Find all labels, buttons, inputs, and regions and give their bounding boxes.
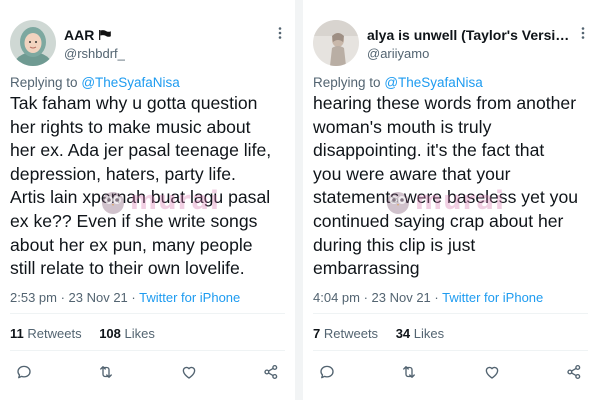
share-icon xyxy=(264,364,278,380)
retweet-button[interactable] xyxy=(399,362,419,382)
display-name[interactable]: AAR xyxy=(64,27,94,43)
reply-button[interactable] xyxy=(14,362,34,382)
replying-to: Replying to @TheSyafaNisa xyxy=(10,75,180,90)
avatar[interactable] xyxy=(313,20,359,66)
tweet-timestamp[interactable]: 4:04 pm · 23 Nov 21 · xyxy=(313,290,442,305)
like-button[interactable] xyxy=(179,362,199,382)
retweets-count: 7 xyxy=(313,326,321,341)
replying-prefix: Replying to xyxy=(313,75,381,90)
retweets-label: Retweets xyxy=(27,326,82,341)
tweet-meta: 4:04 pm · 23 Nov 21 · Twitter for iPhone xyxy=(313,290,543,305)
retweet-button[interactable] xyxy=(96,362,116,382)
share-icon xyxy=(567,364,581,380)
action-bar xyxy=(14,362,281,384)
more-icon[interactable] xyxy=(576,26,590,40)
share-button[interactable] xyxy=(564,362,584,382)
tweet-meta: 2:53 pm · 23 Nov 21 · Twitter for iPhone xyxy=(10,290,240,305)
tweet-stats: 11 Retweets 108 Likes xyxy=(10,326,169,341)
user-handle[interactable]: @ariiyamo xyxy=(367,46,429,61)
tweet-card-alya[interactable]: alya is unwell (Taylor's Version... @ari… xyxy=(303,0,598,400)
tweet-source[interactable]: Twitter for iPhone xyxy=(139,290,240,305)
divider xyxy=(313,350,588,351)
like-icon xyxy=(485,366,498,379)
avatar[interactable] xyxy=(10,20,56,66)
mention-link[interactable]: @TheSyafaNisa xyxy=(384,75,483,90)
likes-stat[interactable]: 108 Likes xyxy=(99,326,155,341)
tweet-text: Tak faham why u gotta question her right… xyxy=(10,93,272,279)
tweet-card-aar[interactable]: AAR @rshbdrf_ Replying to @TheSyafaNisa … xyxy=(0,0,295,400)
tweet-text: hearing these words from another woman's… xyxy=(313,93,579,279)
tweet-timestamp[interactable]: 2:53 pm · 23 Nov 21 · xyxy=(10,290,139,305)
replying-prefix: Replying to xyxy=(10,75,78,90)
likes-label: Likes xyxy=(413,326,445,341)
likes-count: 34 xyxy=(395,326,411,341)
display-name[interactable]: alya is unwell (Taylor's Version... xyxy=(367,27,574,43)
reply-icon xyxy=(320,365,334,379)
replying-to: Replying to @TheSyafaNisa xyxy=(313,75,483,90)
reply-icon xyxy=(17,365,31,379)
retweet-icon xyxy=(100,366,113,378)
tweet-source[interactable]: Twitter for iPhone xyxy=(442,290,543,305)
likes-label: Likes xyxy=(124,326,155,341)
tweet-stats: 7 Retweets 34 Likes xyxy=(313,326,458,341)
user-handle[interactable]: @rshbdrf_ xyxy=(64,46,125,61)
mention-link[interactable]: @TheSyafaNisa xyxy=(81,75,180,90)
share-button[interactable] xyxy=(261,362,281,382)
more-icon[interactable] xyxy=(273,26,287,40)
retweets-label: Retweets xyxy=(323,326,379,341)
column-separator xyxy=(295,0,303,400)
retweets-count: 11 xyxy=(10,326,24,341)
avatar-image xyxy=(313,20,359,66)
likes-stat[interactable]: 34 Likes xyxy=(396,326,444,341)
reply-button[interactable] xyxy=(317,362,337,382)
like-button[interactable] xyxy=(482,362,502,382)
retweets-stat[interactable]: 7 Retweets xyxy=(313,326,378,341)
retweet-icon xyxy=(403,366,416,378)
likes-count: 108 xyxy=(99,326,121,341)
retweets-stat[interactable]: 11 Retweets xyxy=(10,326,82,341)
like-icon xyxy=(182,366,195,379)
divider xyxy=(10,350,285,351)
divider xyxy=(313,313,588,314)
avatar-image xyxy=(10,20,56,66)
divider xyxy=(10,313,285,314)
black-flag-icon xyxy=(99,30,112,40)
action-bar xyxy=(317,362,584,384)
